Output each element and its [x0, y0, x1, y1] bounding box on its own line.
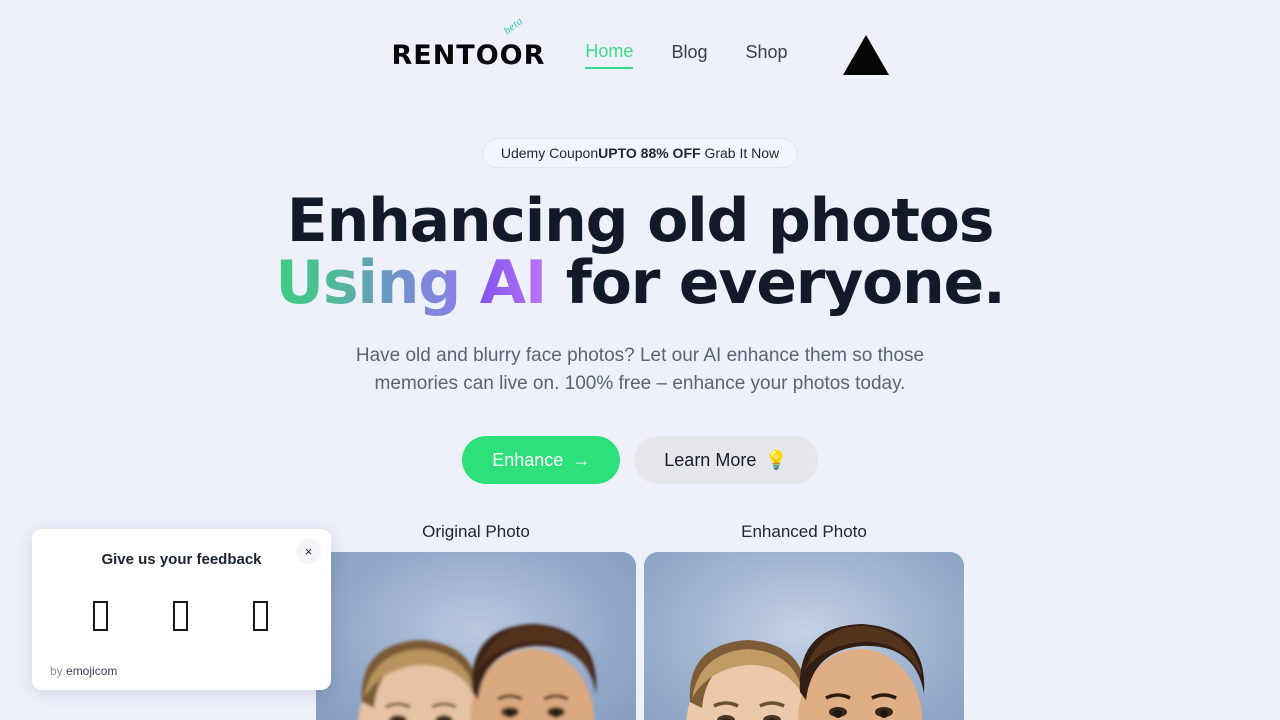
feedback-credit-prefix: by — [50, 664, 67, 678]
missing-glyph-box — [252, 601, 268, 631]
main-navigation: Home Blog Shop — [585, 35, 889, 75]
original-photo-label: Original Photo — [422, 522, 530, 541]
original-photo-image[interactable] — [316, 552, 636, 720]
logo-beta-badge: beta — [501, 14, 526, 37]
emoji-placeholder-2-icon[interactable] — [172, 600, 191, 632]
brand-logo[interactable]: RENTOOR beta — [391, 14, 546, 71]
coupon-prefix: Udemy Coupon — [500, 145, 599, 161]
enhanced-photo-image[interactable] — [644, 552, 964, 720]
original-photo-column: Original Photo — [316, 522, 636, 720]
header-inner: RENTOOR beta Home Blog Shop — [391, 14, 889, 75]
emoji-placeholder-1-icon[interactable] — [92, 600, 111, 632]
missing-glyph-box — [92, 601, 108, 631]
feedback-emoji-row — [50, 600, 313, 632]
nav-item-blog[interactable]: Blog — [671, 42, 707, 68]
nav-item-shop[interactable]: Shop — [745, 42, 787, 68]
feedback-credit-name: emojicom — [66, 664, 118, 678]
close-icon[interactable]: × — [296, 539, 321, 564]
nav-item-home[interactable]: Home — [585, 41, 634, 69]
arrow-right-icon: → — [572, 450, 591, 470]
triangle-logo-icon[interactable] — [842, 35, 889, 75]
lightbulb-icon: 💡 — [765, 450, 788, 470]
enhance-button[interactable]: Enhance → — [462, 436, 621, 484]
headline-part-ai: AI — [479, 248, 548, 318]
hero-section: Udemy CouponUPTO 88% OFF Grab It Now Enh… — [0, 110, 1280, 484]
cta-button-row: Enhance → Learn More 💡 — [0, 436, 1280, 484]
site-header: RENTOOR beta Home Blog Shop — [0, 0, 1280, 110]
enhanced-photo-column: Enhanced Photo — [644, 522, 964, 720]
feedback-title: Give us your feedback — [101, 551, 262, 568]
coupon-banner[interactable]: Udemy CouponUPTO 88% OFF Grab It Now — [481, 138, 799, 168]
learn-more-button[interactable]: Learn More 💡 — [634, 436, 818, 484]
page-title: Enhancing old photos Using AI for everyo… — [225, 190, 1055, 314]
coupon-highlight: UPTO 88% OFF — [598, 145, 701, 161]
logo-wordmark: RENTOOR — [391, 39, 546, 71]
hero-subtitle: Have old and blurry face photos? Let our… — [355, 345, 925, 394]
headline-part-using: Using — [275, 248, 461, 318]
emoji-placeholder-3-icon[interactable] — [252, 600, 271, 632]
learn-more-button-label: Learn More — [664, 450, 757, 470]
feedback-widget: Give us your feedback × by emojicom — [32, 529, 331, 690]
coupon-suffix: Grab It Now — [700, 145, 780, 161]
headline-part-plain-2: for everyone. — [546, 248, 1006, 318]
enhanced-photo-label: Enhanced Photo — [741, 522, 867, 541]
missing-glyph-box — [172, 601, 188, 631]
feedback-credit: by emojicom — [50, 664, 117, 678]
enhance-button-label: Enhance — [492, 450, 564, 470]
headline-part-plain-1: Enhancing old photos — [286, 186, 995, 256]
